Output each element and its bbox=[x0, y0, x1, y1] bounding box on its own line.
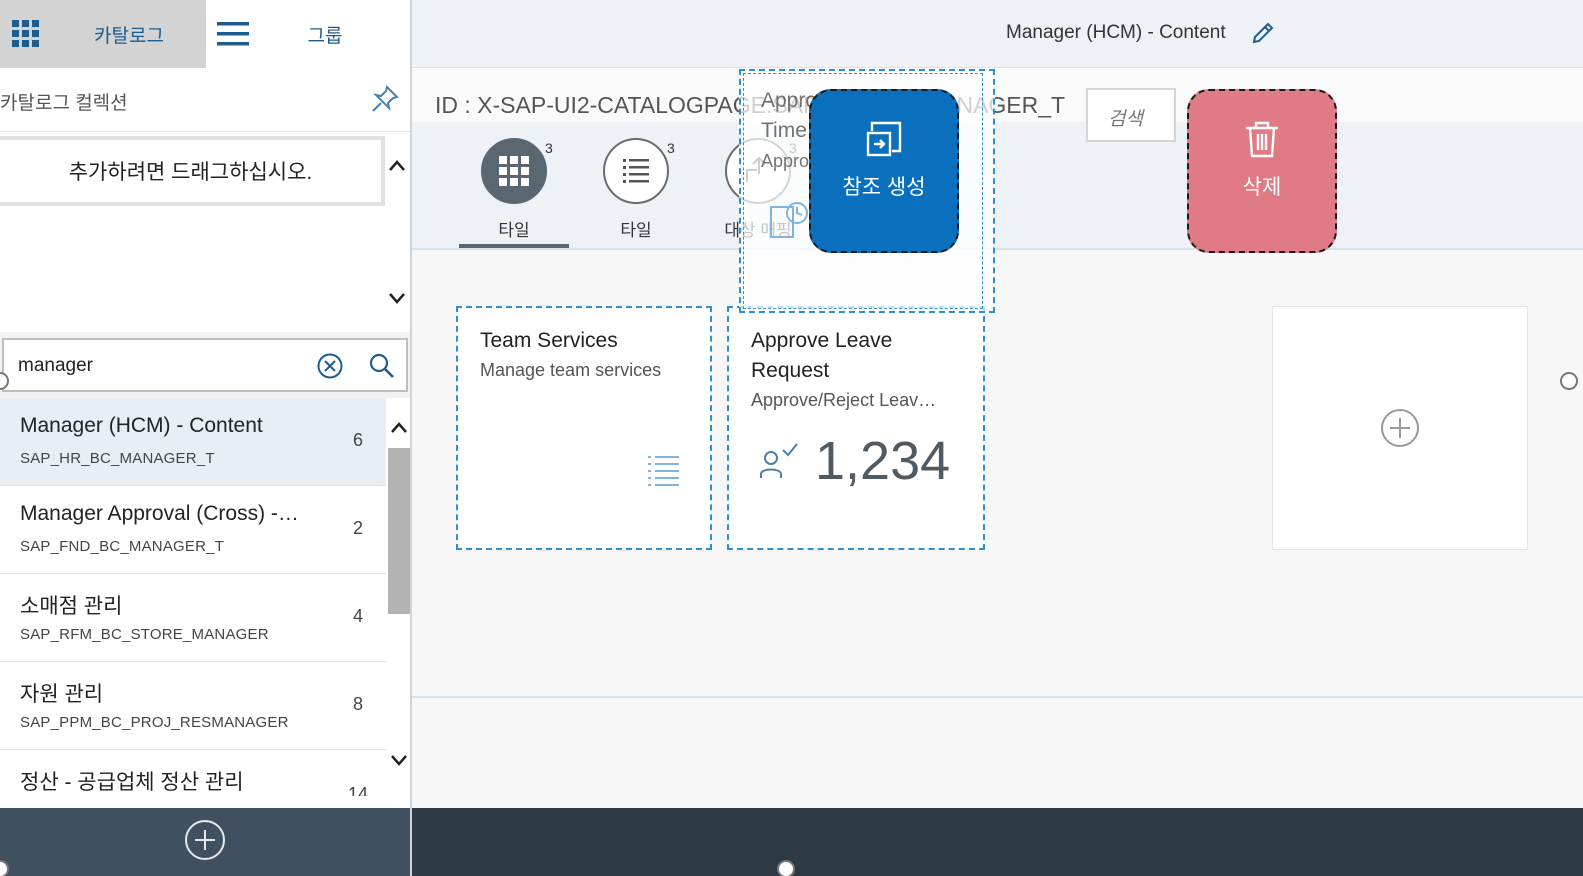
clear-icon bbox=[317, 353, 343, 379]
grid-icon bbox=[12, 20, 39, 47]
catalog-item-id: SAP_FND_BC_MANAGER_T bbox=[20, 538, 225, 555]
list-scrollbar[interactable] bbox=[388, 398, 410, 796]
catalog-item-id: SAP_HR_BC_MANAGER_T bbox=[20, 450, 215, 467]
tile-title: Approve Leave Request bbox=[751, 329, 893, 382]
footer-bar bbox=[412, 808, 1583, 876]
left-toolbar: 카탈로그 그룹 bbox=[0, 0, 410, 68]
grid-icon bbox=[499, 156, 529, 186]
catalog-item-count: 14 bbox=[347, 784, 369, 796]
tile-approve-leave[interactable]: Approve Leave Request Approve/Reject Lea… bbox=[727, 306, 985, 550]
search-input[interactable] bbox=[18, 352, 298, 380]
hamburger-icon bbox=[217, 22, 249, 46]
tile-container: Team Services Manage team services Appro… bbox=[412, 250, 1583, 698]
catalog-list-item[interactable]: 소매점 관리 SAP_RFM_BC_STORE_MANAGER 4 bbox=[0, 574, 386, 662]
tile-subtitle: Manage team services bbox=[480, 360, 662, 380]
app-root: 카탈로그 그룹 카탈로그 컬렉션 추가하려면 드래그하십시오. manager … bbox=[0, 0, 1583, 876]
delete-label: 삭제 bbox=[1242, 176, 1282, 199]
chevron-down-icon bbox=[389, 293, 405, 304]
group-tab[interactable]: 그룹 bbox=[260, 0, 390, 68]
create-reference-icon bbox=[866, 121, 902, 157]
list-icon bbox=[648, 456, 679, 486]
catalog-search-bar bbox=[0, 332, 410, 398]
app-grid-button[interactable] bbox=[0, 0, 52, 68]
menu-button[interactable] bbox=[206, 0, 260, 68]
create-reference-label: 참조 생성 bbox=[842, 176, 926, 199]
catalog-list-item[interactable]: 자원 관리 SAP_PPM_BC_PROJ_RESMANAGER 8 bbox=[0, 662, 386, 750]
add-catalog-button[interactable] bbox=[183, 818, 227, 867]
pin-icon bbox=[372, 85, 399, 112]
catalog-tab[interactable]: 카탈로그 bbox=[52, 0, 206, 68]
catalog-list-item[interactable]: 정산 - 공급업체 정산 관리 14 bbox=[0, 750, 386, 796]
list-icon bbox=[623, 159, 649, 183]
catalog-item-title: 자원 관리 bbox=[20, 683, 104, 706]
tile-title: Team Services bbox=[480, 329, 618, 352]
scroll-up-button[interactable] bbox=[386, 156, 408, 176]
tab-tiles-list[interactable]: 3 타일 bbox=[581, 138, 691, 248]
collection-title: 카탈로그 컬렉션 bbox=[0, 93, 128, 114]
create-reference-button[interactable]: 참조 생성 bbox=[809, 89, 959, 253]
list-scroll-down-button[interactable] bbox=[388, 750, 410, 770]
catalog-item-id: SAP_PPM_BC_PROJ_RESMANAGER bbox=[20, 714, 289, 731]
add-icon bbox=[1381, 409, 1419, 447]
add-tile-placeholder[interactable] bbox=[1272, 306, 1528, 550]
catalog-id-bar: ID : X-SAP-UI2-CATALOGPAGE:SAP_HR_BC_MAN… bbox=[412, 68, 1583, 122]
ghost-title-2: Time bbox=[761, 119, 807, 142]
catalog-item-count: 4 bbox=[352, 606, 363, 626]
list-scroll-up-button[interactable] bbox=[388, 418, 410, 438]
drop-zone[interactable]: 추가하려면 드래그하십시오. bbox=[0, 136, 385, 206]
catalog-item-title: Manager Approval (Cross) -… bbox=[20, 502, 299, 525]
add-icon bbox=[185, 819, 225, 860]
collection-header: 카탈로그 컬렉션 bbox=[0, 68, 410, 132]
search-button[interactable] bbox=[368, 352, 396, 380]
search-icon bbox=[369, 353, 394, 378]
tab-label: 타일 bbox=[620, 221, 652, 240]
tile-number: 1,234 bbox=[815, 431, 951, 491]
lower-area bbox=[412, 698, 1583, 808]
person-check-icon bbox=[760, 443, 798, 478]
drop-zone-area: 추가하려면 드래그하십시오. bbox=[0, 132, 410, 330]
tile-team-services[interactable]: Team Services Manage team services bbox=[456, 306, 712, 550]
clear-search-button[interactable] bbox=[316, 352, 344, 380]
catalog-panel: 카탈로그 그룹 카탈로그 컬렉션 추가하려면 드래그하십시오. manager … bbox=[0, 0, 412, 876]
trash-icon bbox=[1246, 121, 1278, 158]
catalog-item-count: 2 bbox=[352, 518, 363, 538]
edit-title-button[interactable] bbox=[1250, 20, 1276, 46]
resize-handle-bottom[interactable] bbox=[777, 860, 795, 876]
catalog-list-item[interactable]: Manager (HCM) - Content SAP_HR_BC_MANAGE… bbox=[0, 398, 386, 486]
scroll-down-button[interactable] bbox=[386, 288, 408, 308]
ghost-subtitle: Appro bbox=[761, 151, 810, 171]
chevron-up-icon bbox=[389, 160, 405, 171]
chevron-down-icon bbox=[391, 755, 407, 766]
tab-icon-circle bbox=[481, 138, 547, 204]
icon-tab-bar: 3 타일 3 타일 bbox=[412, 122, 1583, 250]
catalog-list-item[interactable]: Manager Approval (Cross) -… SAP_FND_BC_M… bbox=[0, 486, 386, 574]
catalog-item-id: SAP_RFM_BC_STORE_MANAGER bbox=[20, 626, 269, 643]
search-box bbox=[2, 338, 408, 392]
tile-subtitle: Approve/Reject Leav… bbox=[751, 390, 937, 410]
catalog-detail-area: Manager (HCM) - Content ID : X-SAP-UI2-C… bbox=[412, 0, 1583, 876]
page-title: Manager (HCM) - Content bbox=[1006, 22, 1226, 43]
catalog-item-title: 소매점 관리 bbox=[20, 595, 123, 618]
tab-icon-circle bbox=[603, 138, 669, 204]
delete-button[interactable]: 삭제 bbox=[1187, 89, 1337, 253]
detail-header: Manager (HCM) - Content bbox=[412, 0, 1583, 68]
split-handle-right[interactable] bbox=[1560, 372, 1578, 390]
catalog-list: Manager (HCM) - Content SAP_HR_BC_MANAGE… bbox=[0, 398, 388, 796]
pin-button[interactable] bbox=[370, 84, 400, 114]
chevron-up-icon bbox=[391, 422, 407, 433]
tab-count: 3 bbox=[545, 140, 553, 156]
pencil-icon bbox=[1252, 22, 1274, 44]
tab-count: 3 bbox=[667, 140, 675, 156]
list-scroll-thumb[interactable] bbox=[388, 448, 410, 614]
left-footer bbox=[0, 808, 410, 876]
catalog-item-title: Manager (HCM) - Content bbox=[20, 414, 263, 437]
tab-tiles[interactable]: 3 타일 bbox=[459, 138, 569, 248]
tab-label: 타일 bbox=[498, 221, 530, 240]
search-field[interactable]: 검색 bbox=[1086, 88, 1176, 142]
catalog-item-count: 8 bbox=[352, 694, 363, 714]
catalog-item-count: 6 bbox=[352, 430, 363, 450]
tab-underline bbox=[459, 244, 569, 248]
document-clock-icon bbox=[770, 202, 808, 238]
catalog-item-title: 정산 - 공급업체 정산 관리 bbox=[20, 771, 244, 794]
